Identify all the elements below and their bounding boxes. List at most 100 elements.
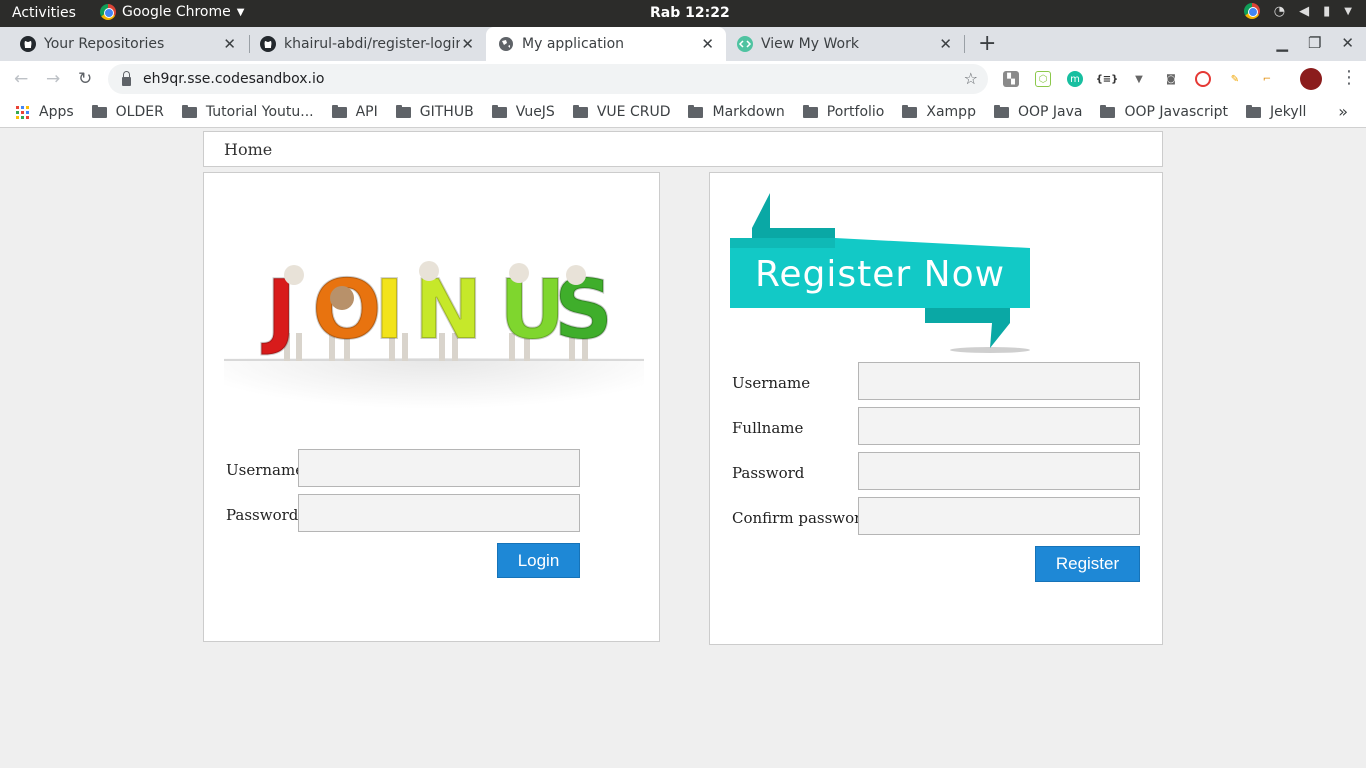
apps-grid-icon	[16, 105, 29, 119]
bookmark-folder[interactable]: Markdown	[688, 104, 785, 120]
bookmark-folder[interactable]: VueJS	[491, 104, 555, 120]
register-username-input[interactable]	[858, 362, 1140, 400]
github-icon	[260, 36, 276, 52]
colorpick-icon[interactable]: ✎	[1227, 71, 1243, 87]
camera-icon[interactable]: ◙	[1163, 71, 1179, 87]
bookmark-folder[interactable]: OOP Javascript	[1100, 104, 1228, 120]
login-username-input[interactable]	[298, 449, 580, 487]
bookmark-label: VueJS	[515, 104, 555, 120]
bookmark-label: Xampp	[926, 104, 976, 120]
back-button[interactable]: ←	[14, 69, 28, 89]
wifi-icon[interactable]: ◔	[1274, 4, 1285, 19]
folder-icon	[491, 104, 507, 118]
chrome-icon	[100, 4, 116, 20]
bookmark-folder[interactable]: Tutorial Youtu...	[181, 104, 314, 120]
bookmark-folder[interactable]: API	[331, 104, 378, 120]
profile-avatar[interactable]	[1300, 68, 1322, 90]
register-now-banner: Register Now	[730, 193, 1030, 353]
bookmark-apps[interactable]: Apps	[0, 104, 74, 120]
chevron-down-icon: ▼	[236, 6, 245, 18]
globe-icon	[498, 36, 514, 52]
codesandbox-icon	[737, 36, 753, 52]
tab-register-login[interactable]: khairul-abdi/register-login ✕	[250, 27, 486, 61]
menu-icon[interactable]: ⋮	[1340, 67, 1358, 88]
bookmark-folder[interactable]: GITHUB	[395, 104, 474, 120]
restore-icon[interactable]: ❐	[1308, 34, 1321, 52]
new-tab-button[interactable]: +	[978, 31, 996, 56]
close-icon[interactable]: ✕	[223, 35, 236, 53]
folder-icon	[993, 104, 1009, 118]
close-icon[interactable]: ✕	[701, 35, 714, 53]
lock-icon[interactable]	[122, 70, 131, 86]
bookmarks-bar: Apps OLDER Tutorial Youtu... API GITHUB …	[0, 97, 1366, 128]
forward-button[interactable]: →	[46, 69, 60, 89]
login-button[interactable]: Login	[497, 543, 580, 578]
bookmark-label: Tutorial Youtu...	[205, 104, 314, 120]
bookmark-label: OLDER	[115, 104, 164, 120]
clock[interactable]: Rab 12:22	[650, 5, 730, 21]
tab-your-repositories[interactable]: Your Repositories ✕	[0, 27, 248, 61]
login-password-label: Password	[226, 506, 299, 524]
close-icon[interactable]: ✕	[939, 35, 952, 53]
folder-icon	[331, 104, 347, 118]
register-fullname-label: Fullname	[732, 419, 804, 437]
github-icon	[20, 36, 36, 52]
banner-text: Register Now	[755, 254, 1005, 295]
tab-label: khairul-abdi/register-login	[284, 36, 460, 52]
bookmark-folder[interactable]: VUE CRUD	[572, 104, 671, 120]
login-password-input[interactable]	[298, 494, 580, 532]
tab-label: View My Work	[761, 36, 859, 52]
bookmark-folder[interactable]: OLDER	[91, 104, 164, 120]
json-extension-icon[interactable]: {≡}	[1096, 71, 1118, 87]
reload-button[interactable]: ↻	[78, 69, 92, 89]
volume-icon[interactable]: ◀	[1299, 4, 1309, 19]
app-name: Google Chrome	[122, 4, 231, 20]
bookmark-label: Portfolio	[826, 104, 885, 120]
register-confirm-input[interactable]	[858, 497, 1140, 535]
register-button[interactable]: Register	[1035, 546, 1140, 582]
chrome-tray-icon[interactable]	[1243, 3, 1260, 19]
folder-icon	[572, 104, 588, 118]
ruler-icon[interactable]: ⌐	[1259, 71, 1275, 87]
svg-text:O: O	[312, 263, 382, 358]
system-tray[interactable]: ◔ ◀ ▮ ▼	[1243, 3, 1352, 19]
browser-toolbar: ← → ↻ eh9qr.sse.codesandbox.io ☆ ▚ ⬡ m {…	[0, 61, 1366, 97]
bookmark-label: OOP Javascript	[1124, 104, 1229, 120]
bookmark-folder[interactable]: OOP Java	[993, 104, 1082, 120]
extension-icon[interactable]: ▚	[1003, 71, 1019, 87]
folder-icon	[1246, 104, 1262, 118]
bookmark-label: VUE CRUD	[596, 104, 671, 120]
vue-devtools-icon[interactable]: ▼	[1131, 71, 1147, 87]
bookmark-folder[interactable]: Xampp	[902, 104, 976, 120]
minimize-icon[interactable]: ▁	[1276, 34, 1288, 52]
extension-red-icon[interactable]	[1195, 71, 1211, 87]
activities-button[interactable]: Activities	[12, 5, 76, 21]
register-password-input[interactable]	[858, 452, 1140, 490]
register-fullname-input[interactable]	[858, 407, 1140, 445]
extension-m-icon[interactable]: m	[1067, 71, 1083, 87]
more-bookmarks-icon[interactable]: »	[1338, 102, 1348, 121]
tab-my-application[interactable]: My application ✕	[486, 27, 726, 61]
register-confirm-label: Confirm password	[732, 509, 871, 527]
battery-icon[interactable]: ▮	[1323, 4, 1330, 19]
url-text[interactable]: eh9qr.sse.codesandbox.io	[143, 71, 324, 87]
window-controls: ▁ ❐ ✕	[1276, 34, 1354, 52]
bookmark-star-icon[interactable]: ☆	[964, 69, 978, 88]
svg-text:I: I	[374, 263, 405, 358]
chevron-down-icon[interactable]: ▼	[1344, 6, 1352, 17]
nav-home-link[interactable]: Home	[224, 140, 272, 159]
close-window-icon[interactable]: ✕	[1341, 34, 1354, 52]
bookmark-folder[interactable]: Portfolio	[802, 104, 885, 120]
folder-icon	[1100, 104, 1116, 118]
tab-view-my-work[interactable]: View My Work ✕	[726, 27, 964, 61]
bookmark-folder[interactable]: Jekyll	[1246, 104, 1306, 120]
bookmark-label: API	[355, 104, 378, 120]
tab-label: My application	[522, 36, 625, 52]
login-username-label: Username	[226, 461, 305, 479]
close-icon[interactable]: ✕	[461, 35, 474, 53]
nodejs-extension-icon[interactable]: ⬡	[1035, 71, 1051, 87]
join-us-illustration: J O I N U S	[224, 261, 644, 443]
address-bar[interactable]: eh9qr.sse.codesandbox.io ☆	[108, 64, 988, 94]
app-menu[interactable]: Google Chrome ▼	[100, 4, 244, 20]
folder-icon	[395, 104, 411, 118]
